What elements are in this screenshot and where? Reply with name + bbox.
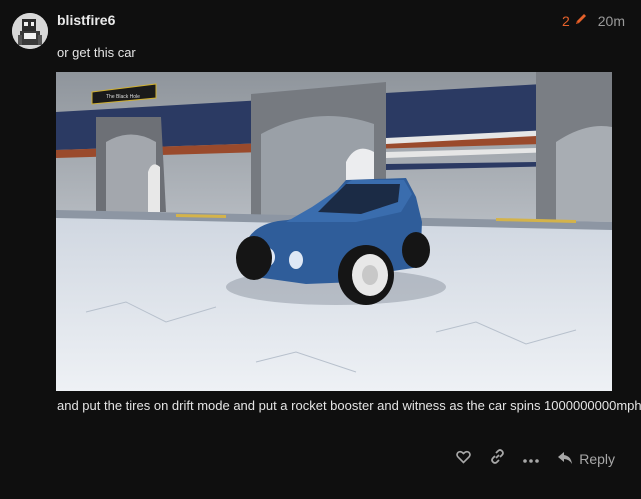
copy-link-button[interactable] xyxy=(480,446,514,472)
ellipsis-icon xyxy=(523,450,540,468)
post-text-2: and put the tires on drift mode and put … xyxy=(57,398,641,413)
reply-arrow-icon xyxy=(558,451,573,467)
post-image[interactable]: The Black Hole xyxy=(56,72,612,391)
reply-label: Reply xyxy=(579,451,615,467)
post-meta: 2 20m xyxy=(562,12,625,29)
like-button[interactable] xyxy=(446,446,480,472)
avatar[interactable] xyxy=(12,13,48,49)
post-actions: Reply xyxy=(446,446,615,472)
pencil-icon[interactable] xyxy=(574,12,588,29)
reply-button[interactable]: Reply xyxy=(558,451,615,467)
more-actions-button[interactable] xyxy=(514,446,548,472)
post-time[interactable]: 20m xyxy=(598,13,625,29)
forum-post: blistfire6 2 20m or get this car The Bla… xyxy=(0,0,641,499)
edit-count[interactable]: 2 xyxy=(562,13,570,29)
heart-icon xyxy=(455,450,471,469)
post-text-1: or get this car xyxy=(57,45,136,60)
username[interactable]: blistfire6 xyxy=(57,12,115,28)
link-icon xyxy=(490,449,505,469)
sign-text: The Black Hole xyxy=(106,94,140,100)
